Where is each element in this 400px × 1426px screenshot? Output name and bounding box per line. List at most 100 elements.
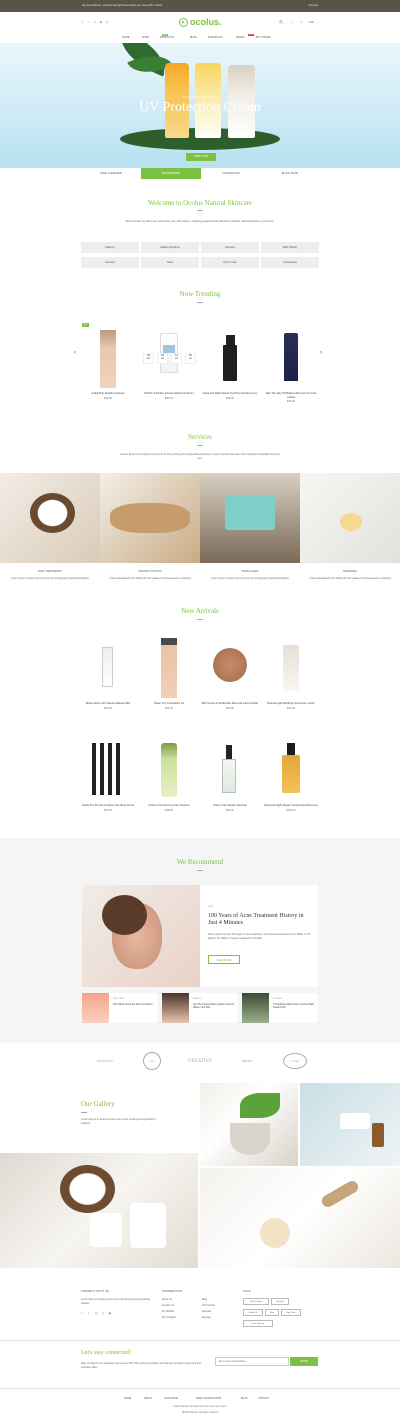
footer-link[interactable]: My Compare — [162, 1316, 176, 1319]
product-name[interactable]: Online Only Peptide Cleanser — [200, 804, 260, 808]
pinterest-icon[interactable]: p — [102, 1311, 104, 1315]
tag-link[interactable]: Skin — [265, 1309, 279, 1316]
bottom-link[interactable]: HOME — [124, 1397, 131, 1400]
product-name[interactable]: Mineral Light Mattifying Sunscreen Lotio… — [261, 702, 321, 706]
cart-icon[interactable]: 🛍 — [279, 20, 283, 24]
bottom-link[interactable]: CONTACT — [258, 1397, 269, 1400]
category-pill[interactable]: Men's Care — [201, 257, 259, 268]
category-pill[interactable]: Bath & Body — [261, 242, 319, 253]
footer-link[interactable]: My Wishlist — [162, 1310, 174, 1313]
product-price: $25.00 — [287, 400, 295, 404]
product-card[interactable]: Advanced Night Repair Synchronized Recov… — [200, 325, 260, 400]
category-pill[interactable]: Makeup Brushes — [141, 242, 199, 253]
bottom-link[interactable]: BLOG — [241, 1397, 248, 1400]
product-card[interactable]: Take The Day Off Makeup Remover for Lids… — [261, 325, 321, 403]
category-pill[interactable]: Nails — [141, 257, 199, 268]
facebook-icon[interactable]: f — [81, 1311, 82, 1315]
gallery-image-spa[interactable] — [300, 1083, 400, 1166]
facebook-icon[interactable]: f — [82, 20, 83, 24]
footer-link[interactable]: Gift Voucher — [202, 1304, 215, 1307]
product-card[interactable]: Mineral Light Mattifying Sunscreen Lotio… — [261, 635, 321, 710]
product-card[interactable]: Online Only Peptide Cleanser $35.00 — [200, 737, 260, 812]
bottom-link[interactable]: FREE CONSULTATION — [196, 1397, 221, 1400]
bottom-link[interactable]: ABOUT — [144, 1397, 152, 1400]
brand-logo[interactable]: BRAND — [232, 1050, 262, 1072]
footer-link[interactable]: Sitemap — [202, 1316, 211, 1319]
gallery-image-mortar[interactable] — [200, 1083, 298, 1166]
product-name[interactable]: Beauty Elixir with Intense Makeup Mist — [78, 702, 138, 706]
category-pill[interactable]: Makeup — [81, 242, 139, 253]
product-name[interactable]: Mini Cocoa & Vanilla Mini Diamond Glow P… — [200, 702, 260, 706]
search-icon[interactable]: ⌕ — [291, 20, 293, 24]
footer-link[interactable]: About Us — [162, 1298, 172, 1301]
prev-arrow-icon[interactable]: ‹ — [74, 350, 76, 356]
email-field[interactable] — [215, 1357, 289, 1366]
mini-post[interactable]: ORGANIC 5 Celebrities Who Swore by Their… — [242, 993, 318, 1023]
product-name[interactable]: Pinkish & Perfect Intense Advanced Serum — [139, 392, 199, 396]
twitter-icon[interactable]: t — [88, 20, 89, 24]
product-name[interactable]: Advanced Night Repair Synchronized Recov… — [200, 392, 260, 396]
brand-logo[interactable]: LOGO — [138, 1050, 166, 1072]
footer-link[interactable]: Blog — [202, 1298, 207, 1301]
product-card[interactable]: -15% Ardell Dirty Peptide Cleanser $32.0… — [78, 323, 138, 400]
brand-logo[interactable]: CREATIVE — [182, 1050, 218, 1072]
product-name[interactable]: Studio Pro Precise & Define Duo Brow Pen… — [78, 804, 138, 808]
product-card[interactable]: Online Only Foaming Clay Cleanser $38.00 — [139, 737, 199, 812]
featured-post[interactable]: SKIN 100 Years of Acne Treatment History… — [82, 885, 318, 987]
tag-link[interactable]: Beauty — [271, 1298, 289, 1305]
footer-link[interactable]: Contact Us — [162, 1304, 174, 1307]
read-more-button[interactable]: READ MORE — [208, 955, 240, 964]
nav-shop[interactable]: SHOP — [142, 36, 149, 39]
brand-logo[interactable]: CONCEPT — [278, 1050, 312, 1072]
category-pill[interactable]: Haircare — [81, 257, 139, 268]
product-price: $32.00 — [104, 396, 112, 400]
instagram-icon[interactable]: ◎ — [95, 1311, 98, 1315]
shop-now-button[interactable]: SHOP NOW — [186, 153, 216, 161]
bottom-link[interactable]: LOOK BOOK — [164, 1397, 178, 1400]
brand-logo[interactable]: MOUNTAIN — [88, 1050, 122, 1072]
tab-black-mask[interactable]: BLACK MASK — [260, 168, 320, 179]
nav-portfolio[interactable]: PORTFOLIO — [208, 36, 222, 39]
gallery-image-candles[interactable] — [0, 1153, 198, 1268]
gallery-image-brushes[interactable] — [200, 1168, 400, 1268]
tag-link[interactable]: Face Makeup — [243, 1320, 273, 1327]
tab-moisturizer[interactable]: MOISTURIZER — [141, 168, 201, 179]
tag-link[interactable]: Body Oil — [243, 1309, 263, 1316]
nav-products[interactable]: PRODUCTS NEW — [160, 33, 174, 39]
subscribe-button[interactable]: SEND — [290, 1357, 318, 1366]
nav-blog[interactable]: BLOG — [190, 36, 197, 39]
tag-link[interactable]: Best Selling — [243, 1298, 269, 1305]
youtube-icon[interactable]: ▶ — [109, 1311, 111, 1315]
twitter-icon[interactable]: t — [88, 1311, 89, 1315]
nav-buy-theme[interactable]: BUY THEME — [256, 36, 271, 39]
product-name[interactable]: Online Only Foaming Clay Cleanser — [139, 804, 199, 808]
nav-pages[interactable]: PAGES HOT — [236, 33, 254, 39]
product-card[interactable]: Studio Pro Precise & Define Duo Brow Pen… — [78, 737, 138, 812]
user-icon[interactable]: ☺ — [300, 20, 303, 24]
nav-home[interactable]: HOME — [122, 36, 130, 39]
product-card[interactable]: 36 DAYS 04 HRS 11 MIN 52 SEC Pinkish & Perfe… — [139, 325, 199, 400]
product-card[interactable]: Sheer Tiny Foundation F3 $20.00 — [139, 635, 199, 710]
product-name[interactable]: Sheer Tiny Foundation F3 — [139, 702, 199, 706]
mini-post[interactable]: SKIN CARE Don't Miss Cures For Skin Go E… — [82, 993, 158, 1023]
tab-foundation[interactable]: FOUNDATION — [201, 168, 261, 179]
product-name[interactable]: Ardell Dirty Peptide Cleanser — [78, 392, 138, 396]
currency-select[interactable]: INR — [309, 20, 314, 24]
category-pill[interactable]: Accessories — [261, 257, 319, 268]
mini-post[interactable]: MAKEUP Get The Perfect Balm Lipstick Loo… — [162, 993, 238, 1023]
footer-link[interactable]: Specials — [202, 1310, 211, 1313]
youtube-icon[interactable]: ▶ — [100, 20, 102, 24]
product-card[interactable]: Advanced Night Repair Concentrated Recov… — [261, 737, 321, 812]
account-link[interactable]: Account — [309, 4, 318, 7]
product-name[interactable]: Take The Day Off Makeup Remover for Lids… — [261, 392, 321, 399]
instagram-icon[interactable]: ◎ — [106, 20, 109, 24]
product-name[interactable]: Advanced Night Repair Concentrated Recov… — [261, 804, 321, 808]
logo[interactable]: ocolus. — [179, 17, 222, 27]
tag-link[interactable]: Spa Care — [281, 1309, 301, 1316]
product-card[interactable]: Beauty Elixir with Intense Makeup Mist $… — [78, 635, 138, 710]
pinterest-icon[interactable]: p — [94, 20, 96, 24]
category-pill[interactable]: Skincare — [201, 242, 259, 253]
post-title[interactable]: 100 Years of Acne Treatment History in J… — [208, 913, 312, 927]
product-card[interactable]: Mini Cocoa & Vanilla Mini Diamond Glow P… — [200, 635, 260, 710]
tab-face-cleanser[interactable]: FACE CLEANSER — [81, 168, 141, 179]
